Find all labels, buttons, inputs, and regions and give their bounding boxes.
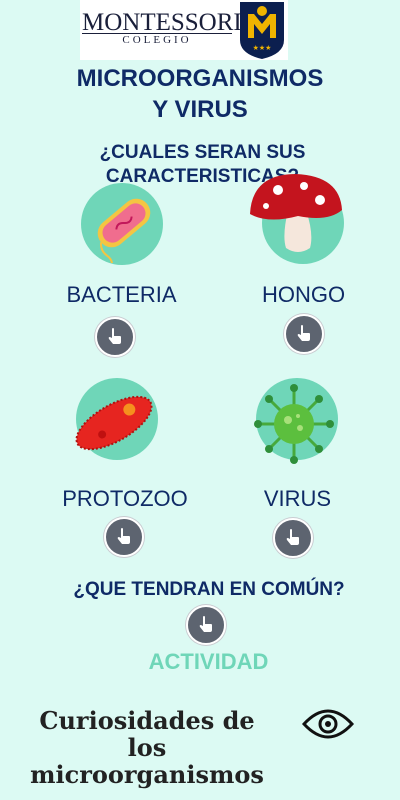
card-label-virus: VIRUS xyxy=(263,486,332,511)
card-label-bacteria: BACTERIA xyxy=(66,282,177,307)
curiosities-line-2: microorganismos xyxy=(30,760,264,789)
hongo-button[interactable] xyxy=(284,314,324,354)
card-label-hongo: HONGO xyxy=(261,282,346,307)
title-line-1: MICROORGANISMOS xyxy=(76,65,324,92)
page-title: MICROORGANISMOS Y VIRUS xyxy=(40,63,360,125)
hand-pointer-icon xyxy=(286,529,299,545)
hand-pointer-icon xyxy=(108,328,121,344)
hand-pointer-icon xyxy=(297,325,310,341)
eye-icon[interactable] xyxy=(302,704,354,744)
mushroom-icon xyxy=(250,174,342,252)
bacteria-button[interactable] xyxy=(95,317,135,357)
common-question: ¿QUE TENDRAN EN COMÚN? xyxy=(73,579,345,600)
shield-icon: ★★★ xyxy=(240,2,284,59)
virus-button[interactable] xyxy=(273,518,313,558)
bacteria-icon xyxy=(97,198,151,263)
protozoa-icon xyxy=(75,395,153,451)
curiosities-title: Curiosidades de los microorganismos xyxy=(16,707,278,788)
activity-link[interactable]: ACTIVIDAD xyxy=(140,649,277,675)
virus-icon xyxy=(254,384,334,464)
curiosities-line-1: Curiosidades de los xyxy=(39,706,255,762)
school-logo: MONTESSORI COLEGIO ★★★ xyxy=(80,0,288,60)
protozoo-button[interactable] xyxy=(104,517,144,557)
hand-pointer-icon xyxy=(117,528,130,544)
common-button[interactable] xyxy=(186,605,226,645)
title-line-2: Y VIRUS xyxy=(152,96,248,123)
hand-pointer-icon xyxy=(199,616,212,632)
question-line-1: ¿CUALES SERAN SUS xyxy=(99,142,306,163)
card-label-protozoo: PROTOZOO xyxy=(62,486,188,511)
logo-subtitle: COLEGIO xyxy=(82,33,232,46)
svg-text:★★★: ★★★ xyxy=(253,44,272,52)
